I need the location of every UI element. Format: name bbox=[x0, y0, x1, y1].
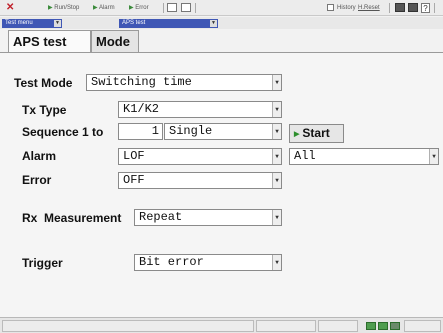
sequence-mode-value: Single bbox=[169, 124, 213, 138]
load-icon[interactable] bbox=[408, 3, 418, 12]
trigger-label: Trigger bbox=[22, 256, 63, 270]
history-checkbox[interactable] bbox=[327, 4, 334, 11]
error-label: Error bbox=[135, 5, 149, 11]
error-select[interactable]: OFF ▼ bbox=[118, 172, 282, 189]
reset-button[interactable]: H.Reset bbox=[358, 3, 380, 13]
start-label: Start bbox=[302, 126, 330, 140]
rx-measurement-select[interactable]: Repeat ▼ bbox=[134, 209, 282, 226]
status-bar bbox=[0, 317, 443, 333]
aps-test-label: APS test bbox=[122, 20, 146, 26]
status-segment bbox=[318, 320, 358, 332]
status-led-icon bbox=[390, 322, 400, 330]
help-icon[interactable]: ? bbox=[421, 3, 430, 13]
test-mode-value: Switching time bbox=[91, 75, 192, 89]
aps-test-dropdown[interactable]: APS test ▼ bbox=[119, 19, 218, 28]
chevron-down-icon: ▼ bbox=[272, 210, 281, 225]
toolbar-divider bbox=[434, 3, 435, 13]
sequence-label: Sequence 1 to bbox=[22, 125, 104, 139]
status-led-icon bbox=[366, 322, 376, 330]
chevron-down-icon: ▼ bbox=[272, 173, 281, 188]
top-toolbar: ✕ ▶ Run/Stop ▶ Alarm ▶ Error History H.R… bbox=[0, 0, 443, 16]
alarm-button[interactable]: ▶ Alarm bbox=[93, 3, 115, 13]
alarm-scope-value: All bbox=[294, 149, 316, 163]
play-icon: ▶ bbox=[93, 5, 98, 11]
print-icon[interactable] bbox=[181, 3, 191, 12]
error-button[interactable]: ▶ Error bbox=[129, 3, 149, 13]
test-menu-label: Test menu bbox=[5, 20, 33, 26]
status-led-icon bbox=[378, 322, 388, 330]
tx-type-value: K1/K2 bbox=[123, 102, 160, 116]
sequence-count-input[interactable]: 1 bbox=[118, 123, 163, 140]
status-segment bbox=[2, 320, 254, 332]
chevron-down-icon: ▼ bbox=[272, 255, 281, 270]
test-mode-label: Test Mode bbox=[14, 76, 73, 90]
status-segment bbox=[256, 320, 316, 332]
toolbar-divider bbox=[163, 3, 164, 13]
history-label: History bbox=[337, 5, 356, 11]
rx-measurement-value: Repeat bbox=[139, 210, 183, 224]
tx-type-select[interactable]: K1/K2 ▼ bbox=[118, 101, 282, 118]
test-menu-dropdown[interactable]: Test menu ▼ bbox=[2, 19, 62, 28]
sequence-mode-select[interactable]: Single ▼ bbox=[164, 123, 282, 140]
chevron-down-icon: ▼ bbox=[429, 149, 438, 164]
trigger-value: Bit error bbox=[139, 255, 204, 269]
trigger-select[interactable]: Bit error ▼ bbox=[134, 254, 282, 271]
error-value: OFF bbox=[123, 173, 145, 187]
run-stop-label: Run/Stop bbox=[54, 5, 80, 11]
chevron-down-icon: ▼ bbox=[272, 124, 281, 139]
chevron-down-icon: ▼ bbox=[272, 102, 281, 117]
chevron-down-icon: ▼ bbox=[272, 75, 281, 90]
app-logo-icon: ✕ bbox=[6, 2, 15, 13]
chevron-down-icon: ▼ bbox=[272, 149, 281, 164]
menu-bar: Test menu ▼ APS test ▼ bbox=[0, 17, 443, 29]
run-stop-button[interactable]: ▶ Run/Stop bbox=[48, 3, 79, 13]
alarm-select[interactable]: LOF ▼ bbox=[118, 148, 282, 165]
error-label: Error bbox=[22, 173, 52, 187]
play-icon: ▶ bbox=[48, 5, 53, 11]
alarm-scope-select[interactable]: All ▼ bbox=[289, 148, 439, 165]
save-icon[interactable] bbox=[395, 3, 405, 12]
chevron-down-icon: ▼ bbox=[54, 20, 61, 27]
tx-type-label: Tx Type bbox=[22, 103, 67, 117]
chevron-down-icon: ▼ bbox=[210, 20, 217, 27]
rx-measurement-label: Rx Measurement bbox=[22, 211, 122, 225]
table-icon[interactable] bbox=[167, 3, 177, 12]
alarm-label: Alarm bbox=[22, 149, 57, 163]
alarm-value: LOF bbox=[123, 149, 145, 163]
play-icon: ▶ bbox=[129, 5, 134, 11]
tab-mode[interactable]: Mode bbox=[91, 30, 139, 52]
start-button[interactable]: ▶ Start bbox=[289, 124, 344, 143]
toolbar-divider bbox=[389, 3, 390, 13]
toolbar-divider bbox=[195, 3, 196, 13]
tab-aps-test[interactable]: APS test bbox=[8, 30, 91, 52]
alarm-label: Alarm bbox=[98, 5, 115, 11]
status-segment bbox=[404, 320, 441, 332]
test-mode-select[interactable]: Switching time ▼ bbox=[86, 74, 282, 91]
play-icon: ▶ bbox=[294, 131, 300, 138]
